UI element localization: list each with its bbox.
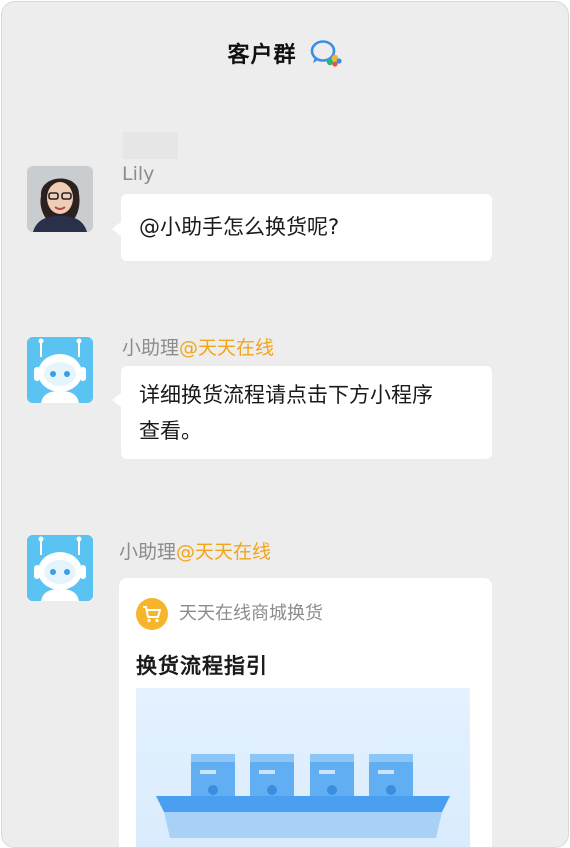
message-text: 详细换货流程请点击下方小程序 [139, 383, 433, 407]
chat-window: 客户群 Lily @小助手怎么换货呢? 小助理@天天在线 详细换货流程请点击下方… [1, 1, 569, 848]
avatar-assistant[interactable] [27, 535, 93, 601]
sender-name: Lily [122, 163, 155, 185]
user-photo-icon [27, 166, 93, 232]
sender-org: @天天在线 [176, 541, 272, 563]
shopping-cart-icon [136, 598, 168, 630]
sender-org: @天天在线 [179, 337, 275, 359]
card-title: 换货流程指引 [136, 654, 268, 678]
card-cover-image [136, 688, 470, 847]
mini-program-name: 天天在线商城换货 [179, 603, 323, 624]
mini-program-card[interactable]: 天天在线商城换货 换货流程指引 [119, 578, 492, 847]
message-text: @小助手怎么换货呢? [139, 215, 340, 239]
avatar-assistant[interactable] [27, 337, 93, 403]
message-bubble[interactable]: @小助手怎么换货呢? [121, 194, 492, 261]
sender-name: 小助理@天天在线 [122, 333, 274, 360]
chat-title: 客户群 [227, 43, 297, 68]
robot-icon [27, 535, 93, 601]
placeholder-block [123, 132, 178, 159]
robot-icon [27, 337, 93, 403]
sender-name-text: 小助理 [119, 541, 177, 563]
sender-name: 小助理@天天在线 [119, 537, 271, 564]
sender-name-text: 小助理 [122, 337, 180, 359]
chat-header: 客户群 [2, 36, 568, 70]
avatar-lily[interactable] [27, 166, 93, 232]
message-text: 查看。 [139, 419, 202, 443]
boxes-illustration [156, 754, 450, 838]
message-bubble[interactable]: 详细换货流程请点击下方小程序 查看。 [121, 366, 492, 459]
wecom-chat-icon [310, 40, 342, 67]
